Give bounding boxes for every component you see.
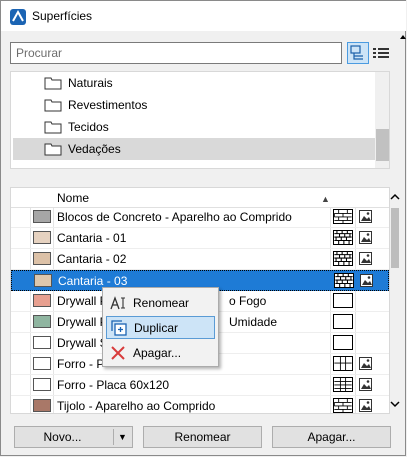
hatch-pattern-icon	[333, 209, 353, 224]
tree-item-naturais[interactable]: Naturais	[13, 72, 375, 94]
folder-icon	[44, 121, 62, 134]
texture-preview-icon	[360, 274, 373, 287]
folder-tree-icon	[350, 45, 363, 60]
tree-item-vedacoes[interactable]: Vedações	[13, 138, 375, 160]
row-name: Cantaria - 03	[58, 274, 128, 288]
row-name: Cantaria - 01	[57, 231, 127, 245]
hatch-pattern-icon	[333, 230, 353, 245]
panel-scroll-up-icon[interactable]	[399, 33, 407, 41]
folder-icon	[44, 99, 62, 112]
folder-icon	[44, 143, 62, 156]
hatch-pattern-icon	[333, 293, 353, 308]
color-swatch	[33, 210, 51, 223]
hatch-pattern-icon	[333, 251, 353, 266]
title-bar: Superfícies	[1, 1, 406, 31]
row-name: Drywall S	[57, 336, 108, 350]
hatch-pattern-icon	[333, 356, 353, 371]
color-swatch	[33, 399, 51, 412]
row-name: Forro - P	[57, 357, 105, 371]
context-menu: Renomear Duplicar Apagar...	[102, 287, 219, 367]
menu-item-label: Duplicar	[134, 321, 179, 335]
rename-icon	[110, 296, 125, 310]
table-row[interactable]: Cantaria - 01	[11, 228, 389, 249]
list-view-icon[interactable]	[372, 43, 390, 63]
rename-button[interactable]: Renomear	[143, 426, 262, 448]
table-scrollbar-thumb[interactable]	[391, 208, 399, 268]
delete-button[interactable]: Apagar...	[272, 426, 391, 448]
menu-item-label: Apagar...	[133, 346, 182, 360]
table-header: Nome ▲	[11, 188, 389, 208]
color-swatch	[33, 336, 51, 349]
color-swatch	[33, 315, 51, 328]
new-button-label: Novo...	[43, 430, 82, 444]
row-name: Drywall P	[57, 294, 108, 308]
search-placeholder: Procurar	[16, 46, 63, 60]
row-name: Drywall P	[57, 315, 108, 329]
hatch-pattern-icon	[333, 398, 353, 413]
duplicate-icon	[111, 320, 127, 336]
menu-item-duplicate[interactable]: Duplicar	[106, 316, 215, 339]
sort-ascending-icon[interactable]: ▲	[321, 194, 330, 204]
hatch-pattern-icon	[333, 377, 353, 392]
tree-item-label: Vedações	[68, 142, 121, 156]
row-name: Tijolo - Aparelho ao Comprido	[57, 399, 216, 413]
color-swatch	[33, 294, 51, 307]
tree-item-tecidos[interactable]: Tecidos	[13, 116, 375, 138]
row-name: Blocos de Concreto - Aparelho ao Comprid…	[57, 210, 292, 224]
delete-icon	[111, 346, 125, 360]
menu-item-label: Renomear	[133, 296, 190, 310]
search-input[interactable]: Procurar	[10, 42, 342, 64]
table-row[interactable]: Cantaria - 02	[11, 249, 389, 270]
tree-item-label: Tecidos	[68, 120, 109, 134]
folder-tree: Naturais Revestimentos Tecidos Vedações	[10, 71, 390, 169]
texture-preview-icon	[359, 210, 372, 223]
color-swatch	[33, 231, 51, 244]
row-name-tail: Umidade	[229, 315, 278, 329]
tree-view-button[interactable]	[347, 42, 369, 64]
row-name-tail: o Fogo	[229, 294, 267, 308]
tree-item-revestimentos[interactable]: Revestimentos	[13, 94, 375, 116]
row-name: Cantaria - 02	[57, 252, 127, 266]
texture-preview-icon	[359, 378, 372, 391]
tree-item-label: Revestimentos	[68, 98, 148, 112]
window-title: Superfícies	[32, 9, 93, 23]
menu-item-rename[interactable]: Renomear	[106, 292, 215, 315]
texture-preview-icon	[359, 231, 372, 244]
hatch-pattern-icon	[333, 335, 353, 350]
texture-preview-icon	[359, 357, 372, 370]
table-scroll-up-icon[interactable]	[389, 192, 401, 202]
hatch-pattern-icon	[333, 314, 353, 329]
tree-scrollbar-thumb[interactable]	[376, 129, 389, 161]
table-row[interactable]: Tijolo - Aparelho ao Comprido	[11, 396, 389, 413]
row-name: Forro - Placa 60x120	[57, 378, 170, 392]
texture-preview-icon	[359, 399, 372, 412]
split-divider	[113, 429, 114, 445]
color-swatch	[33, 378, 51, 391]
table-scroll-down-icon[interactable]	[389, 399, 401, 409]
table-row[interactable]: Blocos de Concreto - Aparelho ao Comprid…	[11, 207, 389, 228]
texture-preview-icon	[359, 252, 372, 265]
color-swatch	[33, 252, 51, 265]
new-button[interactable]: Novo... ▼	[14, 426, 133, 448]
table-row[interactable]: Forro - Placa 60x120	[11, 375, 389, 396]
color-swatch	[33, 357, 51, 370]
color-swatch	[34, 274, 52, 287]
archicad-app-icon	[10, 9, 26, 25]
folder-icon	[44, 77, 62, 90]
column-header-name[interactable]: Nome	[57, 191, 89, 205]
tree-item-label: Naturais	[68, 76, 113, 90]
dropdown-arrow-icon[interactable]: ▼	[118, 427, 127, 447]
surfaces-window: Superfícies Procurar Naturais Revestimen…	[0, 0, 406, 456]
hatch-pattern-icon	[334, 273, 354, 288]
menu-item-delete[interactable]: Apagar...	[106, 342, 215, 365]
